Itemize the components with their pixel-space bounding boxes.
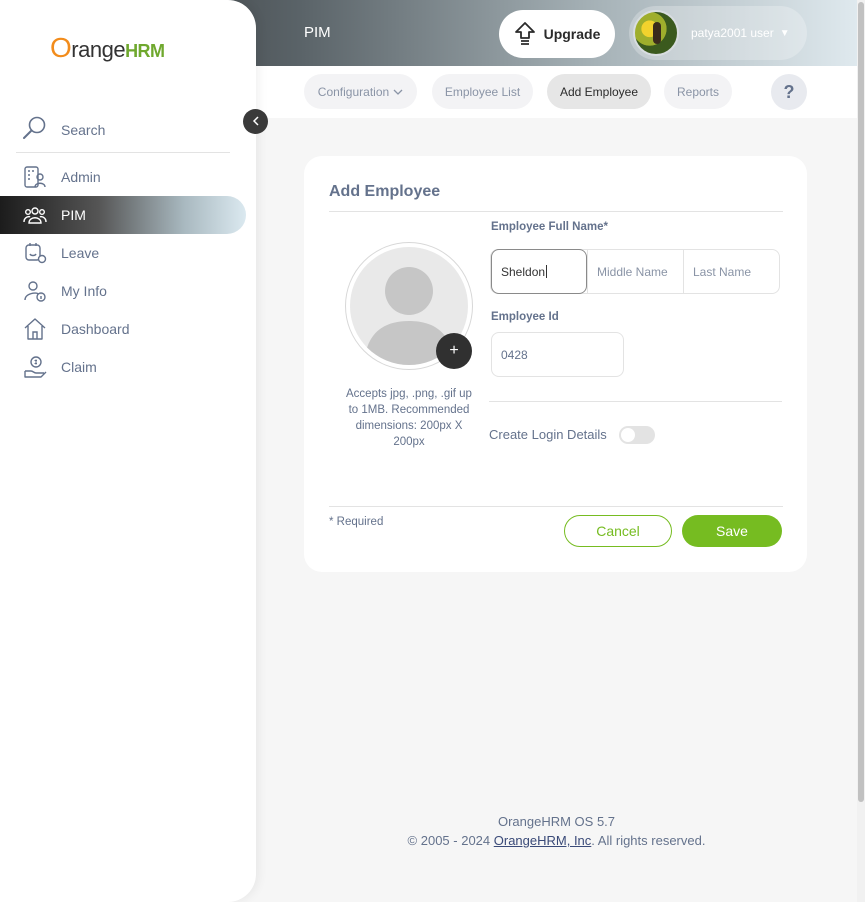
logo-range: range <box>71 37 126 62</box>
upgrade-label: Upgrade <box>543 26 601 42</box>
sidebar-item-label: Leave <box>61 245 100 261</box>
photo-hint: Accepts jpg, .png, .gif up to 1MB. Recom… <box>346 388 472 448</box>
footer: OrangeHRM OS 5.7 © 2005 - 2024 OrangeHRM… <box>256 812 857 850</box>
tab-add-employee-label: Add Employee <box>559 84 639 99</box>
employee-id-value: 0428 <box>501 347 528 362</box>
sidebar: OrangeHRM Search Admin PIM Leave My Info… <box>0 0 256 902</box>
sidebar-item-label: My Info <box>61 283 107 299</box>
sidebar-item-claim[interactable]: Claim <box>0 348 246 386</box>
leave-icon <box>22 240 48 266</box>
sidebar-item-leave[interactable]: Leave <box>0 234 246 272</box>
title-divider <box>329 211 783 212</box>
save-button[interactable]: Save <box>682 515 782 547</box>
sidebar-item-label: Claim <box>61 359 97 375</box>
text-cursor <box>546 265 548 278</box>
employee-id-label: Employee Id <box>491 311 559 323</box>
claim-icon <box>22 354 48 380</box>
collapse-sidebar-button[interactable] <box>243 109 268 134</box>
my-info-icon <box>22 278 48 304</box>
add-employee-card: Add Employee + Accepts jpg, .png, .gif u… <box>304 156 807 572</box>
version-text: OrangeHRM OS 5.7 <box>497 814 616 829</box>
orangehrm-logo[interactable]: OrangeHRM <box>50 32 165 64</box>
footer-divider <box>329 506 783 507</box>
copyright-suffix: . All rights reserved. <box>591 833 706 848</box>
middle-name-input[interactable]: Middle Name <box>587 250 684 293</box>
scrollbar-thumb[interactable] <box>858 2 864 802</box>
sidebar-item-label: Dashboard <box>61 321 130 337</box>
tab-employee-list[interactable]: Employee List <box>432 74 533 109</box>
create-login-toggle[interactable] <box>619 426 655 444</box>
sidebar-item-admin[interactable]: Admin <box>0 158 246 196</box>
company-link[interactable]: OrangeHRM, Inc <box>494 833 592 848</box>
upgrade-button[interactable]: Upgrade <box>499 10 615 58</box>
full-name-label: Employee Full Name* <box>491 221 608 233</box>
create-login-label: Create Login Details <box>489 427 607 442</box>
section-divider <box>489 401 782 402</box>
help-button[interactable]: ? <box>771 74 807 110</box>
copyright-text: © 2005 - 2024 OrangeHRM, Inc. All rights… <box>256 831 857 850</box>
sidebar-item-pim[interactable]: PIM <box>0 196 246 234</box>
sidebar-search[interactable]: Search <box>16 108 230 153</box>
sidebar-item-my-info[interactable]: My Info <box>0 272 246 310</box>
user-name: patya2001 user <box>691 26 774 40</box>
user-dropdown[interactable]: patya2001 user ▼ <box>629 6 807 60</box>
caret-down-icon: ▼ <box>779 27 790 39</box>
sidebar-menu: Admin PIM Leave My Info Dashboard Claim <box>0 158 246 386</box>
search-label: Search <box>61 122 106 138</box>
avatar <box>633 10 679 56</box>
logo-o: O <box>50 32 72 63</box>
page-title: Add Employee <box>329 183 441 200</box>
tab-reports-label: Reports <box>676 84 720 99</box>
chevron-down-icon <box>393 85 403 99</box>
scrollbar[interactable] <box>857 0 865 902</box>
sidebar-item-label: PIM <box>61 207 86 223</box>
copyright-prefix: © 2005 - 2024 <box>407 833 494 848</box>
tab-add-employee[interactable]: Add Employee <box>547 74 651 109</box>
logo-hrm: HRM <box>125 41 165 61</box>
last-name-placeholder: Last Name <box>693 264 752 279</box>
pim-icon <box>22 202 48 228</box>
cancel-button[interactable]: Cancel <box>564 515 672 547</box>
tab-configuration-label: Configuration <box>317 84 390 99</box>
admin-icon <box>22 164 48 190</box>
required-note: * Required <box>329 516 384 528</box>
last-name-input[interactable]: Last Name <box>684 250 779 293</box>
first-name-input[interactable]: Sheldon <box>491 249 587 294</box>
sidebar-item-label: Admin <box>61 169 101 185</box>
tab-configuration[interactable]: Configuration <box>304 74 417 109</box>
tab-reports[interactable]: Reports <box>664 74 732 109</box>
search-icon <box>22 115 58 146</box>
module-title: PIM <box>304 24 331 41</box>
first-name-value: Sheldon <box>501 264 546 279</box>
employee-id-input[interactable]: 0428 <box>491 332 624 377</box>
add-photo-button[interactable]: + <box>436 333 472 369</box>
sub-navigation: Configuration Employee List Add Employee… <box>256 66 857 118</box>
dashboard-icon <box>22 316 48 342</box>
upgrade-icon <box>514 21 536 48</box>
sidebar-item-dashboard[interactable]: Dashboard <box>0 310 246 348</box>
middle-name-placeholder: Middle Name <box>597 264 668 279</box>
chevron-left-icon <box>252 115 260 129</box>
tab-employee-list-label: Employee List <box>444 84 521 99</box>
